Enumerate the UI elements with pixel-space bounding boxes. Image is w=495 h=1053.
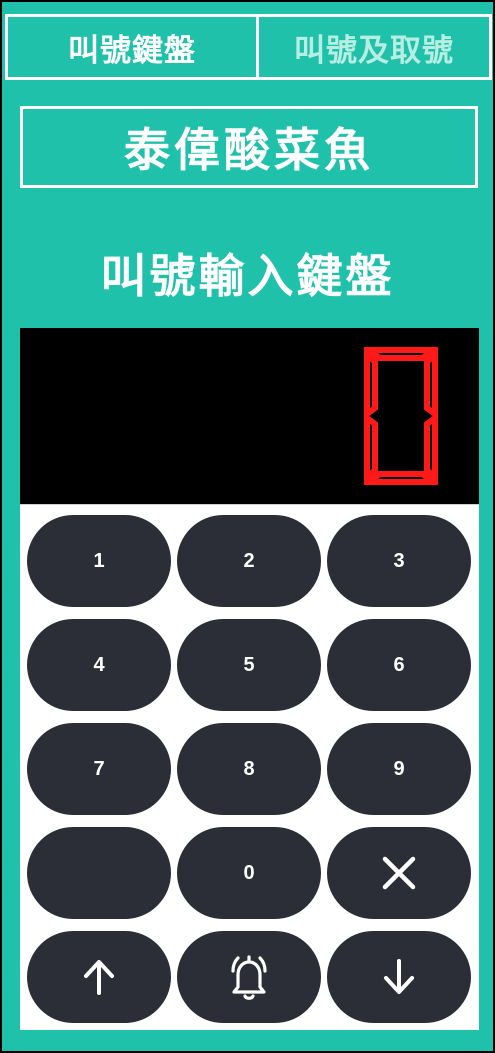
key-0[interactable]: 0 — [177, 827, 321, 919]
key-8[interactable]: 8 — [177, 723, 321, 815]
key-5[interactable]: 5 — [177, 619, 321, 711]
bell-icon — [231, 955, 267, 1000]
blank-key[interactable] — [27, 827, 171, 919]
app-window: 叫號鍵盤 叫號及取號 泰偉酸菜魚 叫號輸入鍵盤 1 2 3 4 5 6 7 8 … — [2, 2, 493, 1051]
key-4[interactable]: 4 — [27, 619, 171, 711]
key-2[interactable]: 2 — [177, 515, 321, 607]
key-6[interactable]: 6 — [327, 619, 471, 711]
key-9[interactable]: 9 — [327, 723, 471, 815]
next-number-button[interactable] — [327, 931, 471, 1023]
arrow-down-icon — [384, 959, 414, 994]
keypad-title: 叫號輸入鍵盤 — [100, 249, 395, 303]
keypad: 1 2 3 4 5 6 7 8 9 0 — [20, 504, 479, 1030]
key-1[interactable]: 1 — [27, 515, 171, 607]
key-3[interactable]: 3 — [327, 515, 471, 607]
previous-number-button[interactable] — [27, 931, 171, 1023]
tab-call-and-take-number[interactable]: 叫號及取號 — [259, 17, 489, 77]
x-icon — [382, 856, 416, 890]
key-7[interactable]: 7 — [27, 723, 171, 815]
tab-call-keypad[interactable]: 叫號鍵盤 — [8, 17, 259, 77]
number-display — [20, 328, 479, 504]
display-digit — [363, 346, 439, 486]
call-bell-button[interactable] — [177, 931, 321, 1023]
clear-button[interactable] — [327, 827, 471, 919]
tab-bar: 叫號鍵盤 叫號及取號 — [5, 14, 492, 80]
store-name: 泰偉酸菜魚 — [20, 106, 478, 188]
arrow-up-icon — [84, 960, 114, 995]
